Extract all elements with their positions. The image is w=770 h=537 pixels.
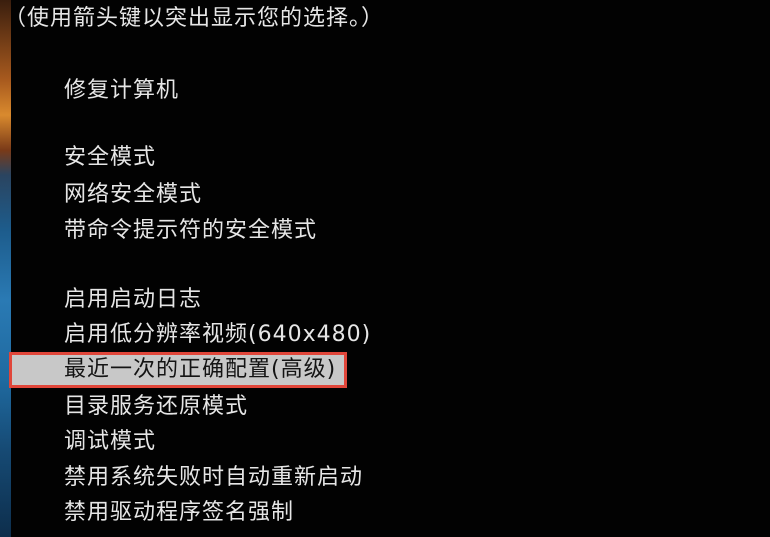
menu-item-last-known-good-configuration[interactable]: 最近一次的正确配置(高级) (8, 352, 348, 388)
menu-item-directory-services-restore[interactable]: 目录服务还原模式 (64, 392, 248, 422)
wallpaper-strip (0, 0, 11, 537)
instruction-hint: （使用箭头键以突出显示您的选择。） (4, 6, 385, 31)
menu-item-safe-mode-command-prompt[interactable]: 带命令提示符的安全模式 (64, 216, 317, 246)
menu-item-low-resolution-video[interactable]: 启用低分辨率视频(640x480) (64, 320, 371, 350)
menu-item-safe-mode-networking[interactable]: 网络安全模式 (64, 180, 202, 210)
menu-item-disable-auto-restart[interactable]: 禁用系统失败时自动重新启动 (64, 463, 363, 493)
menu-item-enable-boot-logging[interactable]: 启用启动日志 (64, 285, 202, 315)
menu-item-disable-driver-signature[interactable]: 禁用驱动程序签名强制 (64, 498, 294, 528)
advanced-boot-options-screen: （使用箭头键以突出显示您的选择。） 修复计算机 安全模式 网络安全模式 带命令提… (0, 0, 770, 537)
menu-item-safe-mode[interactable]: 安全模式 (64, 143, 156, 173)
menu-item-repair-computer[interactable]: 修复计算机 (64, 76, 179, 106)
menu-item-debugging-mode[interactable]: 调试模式 (64, 427, 156, 457)
